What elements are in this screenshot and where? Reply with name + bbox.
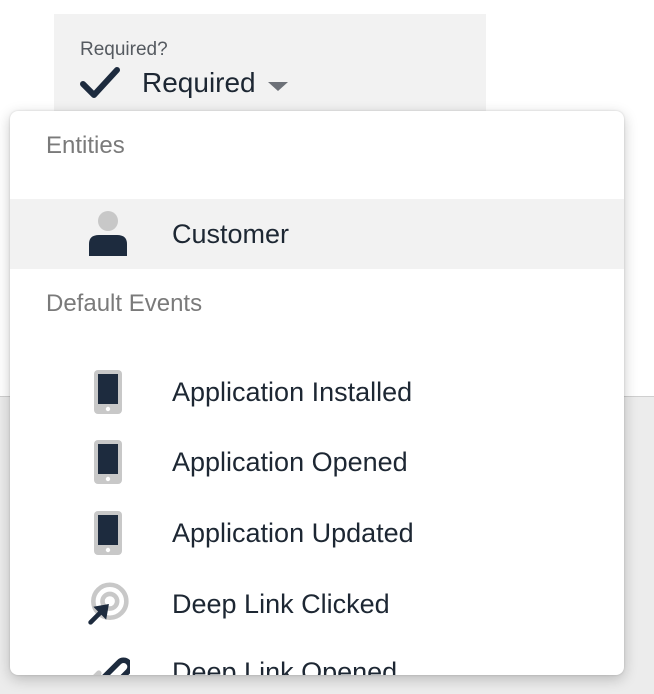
dropdown-item-application-installed[interactable]: Application Installed xyxy=(10,357,624,427)
dropdown-item-customer[interactable]: Customer xyxy=(10,199,624,269)
required-field-label: Required? xyxy=(80,39,168,60)
mobile-phone-icon xyxy=(86,368,130,416)
mobile-phone-icon xyxy=(86,438,130,486)
dropdown-item-label: Application Installed xyxy=(172,376,413,407)
required-select[interactable]: Required xyxy=(80,66,288,100)
cursor-target-icon xyxy=(86,580,130,628)
dropdown-item-application-updated[interactable]: Application Updated xyxy=(10,498,624,568)
dropdown-item-label: Customer xyxy=(172,218,290,249)
person-icon xyxy=(86,210,130,258)
entity-event-dropdown: Entities Customer Default Events Applica… xyxy=(10,111,624,675)
dropdown-item-label: Deep Link Clicked xyxy=(172,588,390,619)
mobile-phone-icon xyxy=(86,509,130,557)
section-header-default-events: Default Events xyxy=(46,290,203,317)
checkmark-icon xyxy=(80,66,120,100)
chevron-down-icon xyxy=(267,81,288,91)
required-select-value: Required xyxy=(142,67,256,98)
dropdown-item-label: Deep Link Opened xyxy=(172,656,398,676)
dropdown-item-deep-link-opened[interactable]: Deep Link Opened xyxy=(10,637,624,675)
dropdown-item-label: Application Updated xyxy=(172,517,414,548)
section-header-entities: Entities xyxy=(46,132,125,159)
dropdown-item-label: Application Opened xyxy=(172,446,408,477)
dropdown-item-application-opened[interactable]: Application Opened xyxy=(10,427,624,497)
link-icon xyxy=(86,651,130,675)
dropdown-item-deep-link-clicked[interactable]: Deep Link Clicked xyxy=(10,569,624,639)
